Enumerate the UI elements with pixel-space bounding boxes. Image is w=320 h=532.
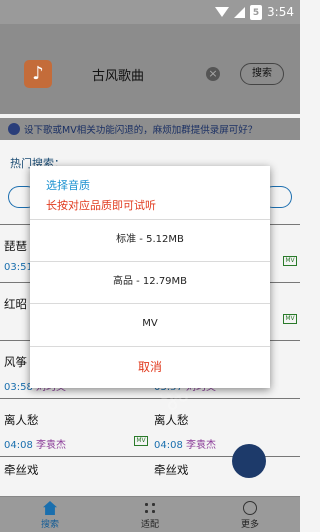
speaker-icon xyxy=(8,123,20,135)
wifi-icon xyxy=(215,7,230,17)
nav-item-adapt[interactable]: 适配 xyxy=(120,499,180,530)
notice-bar[interactable]: 设下歌或MV相关功能闪退的，麻烦加群提供录屏可好？ xyxy=(0,118,300,140)
search-header: ♪ 古风歌曲 × 搜索 xyxy=(0,24,300,114)
song-meta: 03:51 xyxy=(4,262,33,273)
song-duration: 03:51 xyxy=(4,262,33,273)
nav-label: 搜索 xyxy=(40,520,59,530)
nav-label: 更多 xyxy=(240,520,259,530)
song-title: 牵丝戏 xyxy=(154,463,189,477)
dialog-subtitle: 长按对应品质即可试听 xyxy=(46,199,156,212)
song-meta: 04:08 李袁杰 xyxy=(4,436,66,451)
grid-icon xyxy=(143,501,157,515)
search-button[interactable]: 搜索 xyxy=(240,63,284,85)
mv-badge: MV xyxy=(134,436,148,446)
option-high[interactable]: 高品 - 12.79MB xyxy=(30,261,270,301)
song-meta: 04:08 李袁杰 xyxy=(154,436,216,451)
song-artist: 李袁杰 xyxy=(36,440,67,451)
status-icons: 5 3:54 xyxy=(215,4,294,20)
cancel-button[interactable]: 取消 xyxy=(30,346,270,386)
battery-icon: 5 xyxy=(250,4,263,20)
mv-badge: MV xyxy=(283,256,297,266)
nav-item-search[interactable]: 搜索 xyxy=(20,499,80,530)
song-title: 风筝 xyxy=(4,355,27,369)
signal-icon xyxy=(234,6,246,18)
mv-badge: MV xyxy=(283,314,297,324)
nav-item-more[interactable]: 更多 xyxy=(220,499,280,530)
song-title: 牵丝戏 xyxy=(4,463,39,477)
song-title: 红昭 xyxy=(4,297,27,311)
song-artist: 李袁杰 xyxy=(186,440,217,451)
song-duration: 04:08 xyxy=(154,440,183,451)
option-mv[interactable]: MV xyxy=(30,303,270,343)
home-icon xyxy=(43,501,57,515)
song-cell[interactable]: 离人愁 04:08 李袁杰 xyxy=(0,400,148,458)
bottom-nav: 搜索 适配 更多 xyxy=(0,496,300,532)
notice-text: 设下歌或MV相关功能闪退的，麻烦加群提供录屏可好？ xyxy=(24,125,258,136)
song-title: 离人愁 xyxy=(4,413,39,427)
floating-action-button[interactable] xyxy=(232,444,266,478)
status-time: 3:54 xyxy=(267,5,294,19)
more-icon xyxy=(243,501,257,515)
nav-label: 适配 xyxy=(140,520,159,530)
music-note-icon: ♪ xyxy=(24,60,52,88)
status-bar: 5 3:54 xyxy=(0,0,300,24)
song-duration: 04:08 xyxy=(4,440,33,451)
option-standard[interactable]: 标准 - 5.12MB xyxy=(30,219,270,259)
search-input[interactable]: 古风歌曲 xyxy=(92,65,144,84)
quality-dialog: 选择音质 长按对应品质即可试听 标准 - 5.12MB 高品 - 12.79MB… xyxy=(30,166,270,388)
song-duration: 03:58 xyxy=(4,382,33,393)
clear-icon[interactable]: × xyxy=(206,67,220,81)
divider xyxy=(0,398,300,399)
song-title: 琵琶 xyxy=(4,239,27,253)
dialog-title: 选择音质 xyxy=(46,179,90,192)
